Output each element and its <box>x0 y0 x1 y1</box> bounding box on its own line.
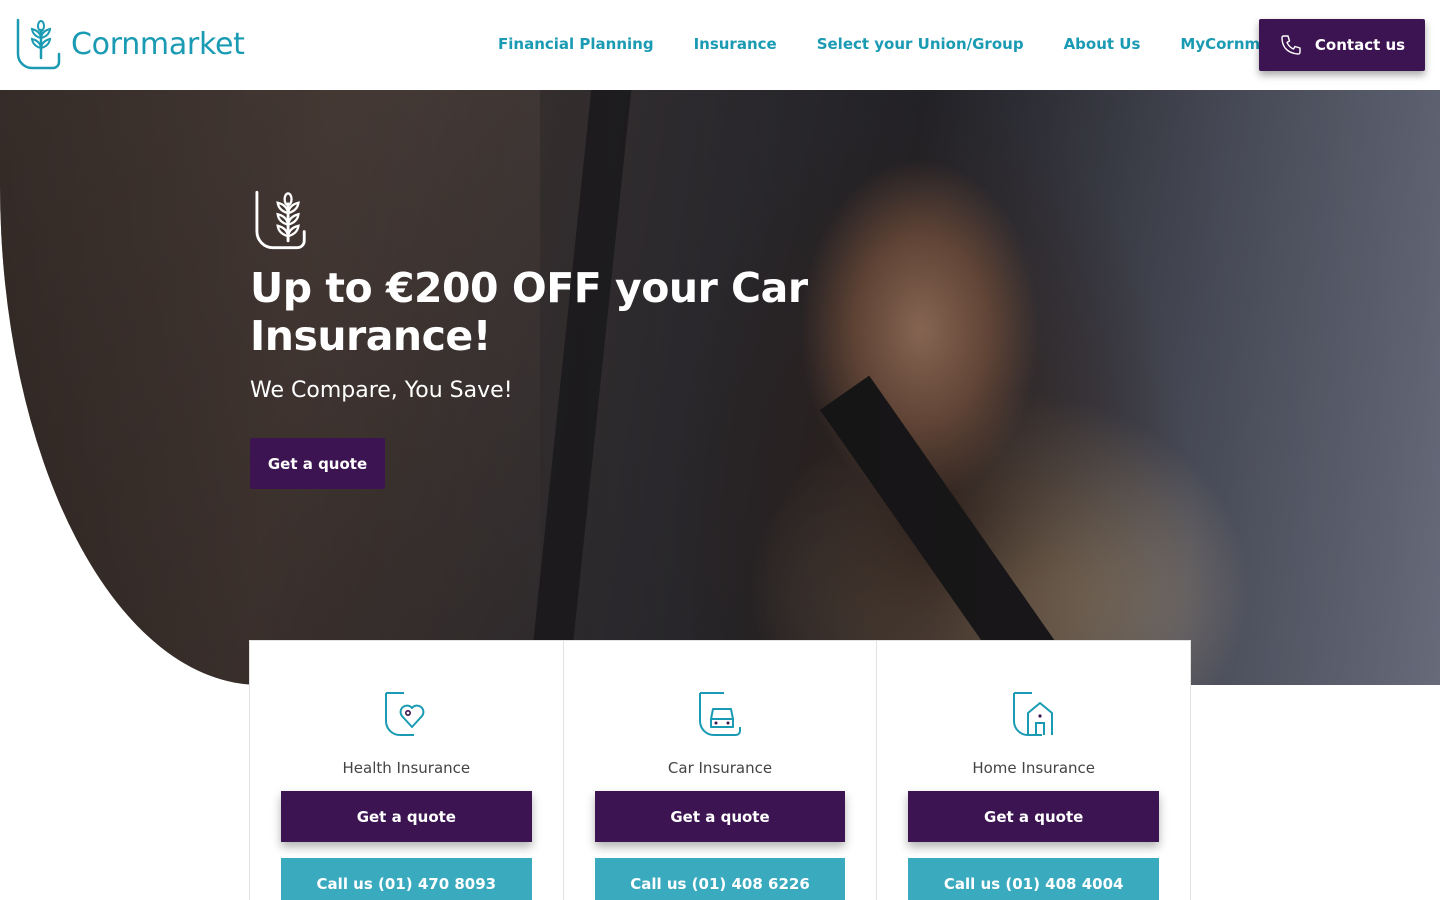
car-get-quote-button[interactable]: Get a quote <box>594 791 846 842</box>
nav-select-union-group[interactable]: Select your Union/Group <box>817 35 1024 53</box>
nav-insurance[interactable]: Insurance <box>694 35 777 53</box>
car-call-us-button[interactable]: Call us (01) 408 6226 <box>594 858 846 900</box>
wheat-shield-icon <box>16 18 61 70</box>
contact-us-button[interactable]: Contact us <box>1259 19 1425 71</box>
card-home-insurance: Home Insurance Get a quote Call us (01) … <box>877 641 1190 900</box>
brand-name: Cornmarket <box>71 26 245 62</box>
nav-about-us[interactable]: About Us <box>1064 35 1141 53</box>
house-shield-icon <box>1012 692 1053 736</box>
hero-banner <box>0 90 1440 685</box>
card-title: Health Insurance <box>342 759 471 777</box>
heart-shield-icon <box>385 692 425 736</box>
contact-us-label: Contact us <box>1314 36 1406 54</box>
wheat-shield-icon <box>255 190 306 250</box>
phone-icon <box>1281 35 1301 55</box>
car-shield-icon <box>699 692 741 736</box>
insurance-cards: Health Insurance Get a quote Call us (01… <box>249 640 1191 900</box>
main-nav: Financial Planning Insurance Select your… <box>478 0 1325 88</box>
home-get-quote-button[interactable]: Get a quote <box>908 791 1160 842</box>
card-car-insurance: Car Insurance Get a quote Call us (01) 4… <box>564 641 878 900</box>
health-call-us-button[interactable]: Call us (01) 470 8093 <box>281 858 532 900</box>
hero-subtitle: We Compare, You Save! <box>250 378 513 403</box>
card-title: Car Insurance <box>667 759 773 777</box>
nav-financial-planning[interactable]: Financial Planning <box>498 35 654 53</box>
hero-title: Up to €200 OFF your Car Insurance! <box>250 264 808 360</box>
hero-get-quote-button[interactable]: Get a quote <box>250 438 385 489</box>
home-call-us-button[interactable]: Call us (01) 408 4004 <box>908 858 1160 900</box>
card-title: Home Insurance <box>972 759 1096 777</box>
cornmarket-logo[interactable]: Cornmarket <box>15 18 245 70</box>
site-header: Cornmarket Financial Planning Insurance … <box>0 0 1440 90</box>
card-health-insurance: Health Insurance Get a quote Call us (01… <box>250 641 564 900</box>
health-get-quote-button[interactable]: Get a quote <box>281 791 532 842</box>
